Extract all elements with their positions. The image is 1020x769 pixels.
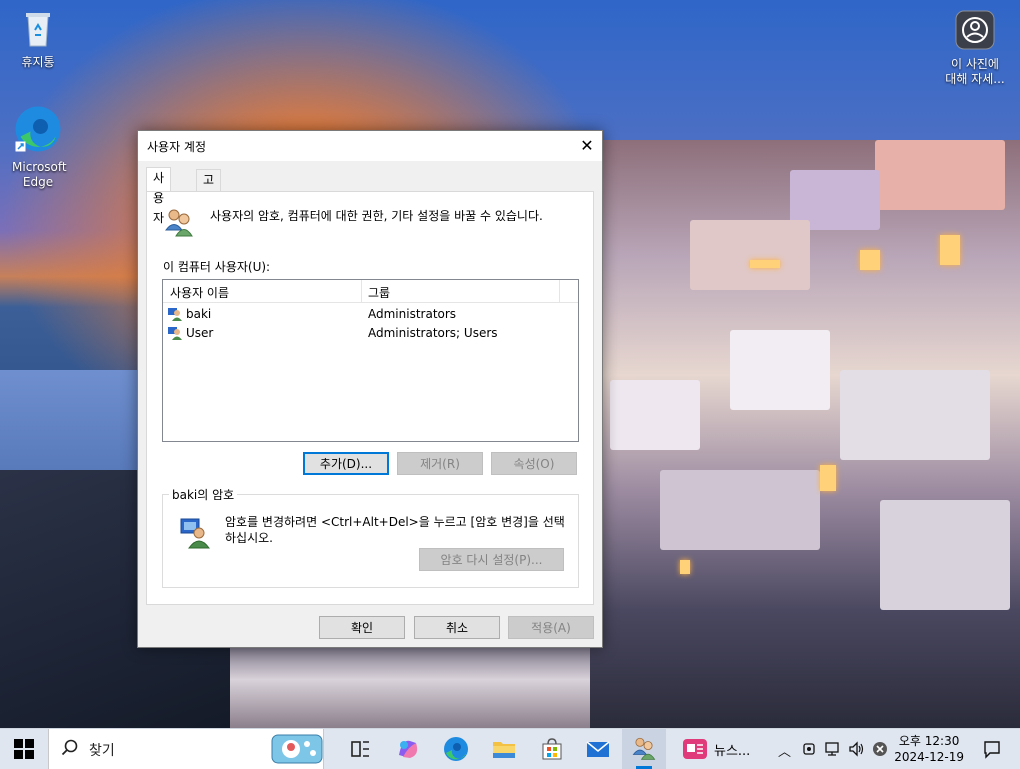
user-name: baki xyxy=(186,307,212,321)
meet-now-icon[interactable] xyxy=(802,741,818,757)
news-label: 뉴스... xyxy=(714,744,751,759)
users-icon xyxy=(632,737,656,760)
volume-icon[interactable] xyxy=(848,741,866,757)
village-background xyxy=(590,140,1020,728)
learn-about-picture-icon xyxy=(955,10,995,50)
edge-icon xyxy=(15,106,61,152)
search-icon xyxy=(61,739,78,756)
taskbar-active-app[interactable] xyxy=(622,729,666,769)
user-name: User xyxy=(186,326,214,340)
close-icon: ✕ xyxy=(580,136,594,155)
taskbar: 찾기 뉴스... ︿ 오후 12:30 2024-12-19 xyxy=(0,728,1020,769)
listview-header: 사용자 이름 그룹 xyxy=(163,280,578,303)
desktop-icon-label: Microsoft Edge xyxy=(12,160,67,189)
add-button[interactable]: 추가(D)... xyxy=(303,452,389,475)
user-group: Administrators xyxy=(368,307,457,321)
cancel-button[interactable]: 취소 xyxy=(414,616,500,639)
password-groupbox: baki의 암호 암호를 변경하려면 <Ctrl+Alt+Del>을 누르고 [… xyxy=(162,486,579,588)
properties-button[interactable]: 속성(O) xyxy=(491,452,577,475)
desktop-icon-label: 휴지통 xyxy=(21,55,55,69)
taskbar-news-app[interactable]: 뉴스... xyxy=(676,729,772,769)
user-accounts-dialog: 사용자 계정 ✕ 사용자 고급 사용자의 암호, 컴퓨터에 대한 권한, 기타 … xyxy=(137,130,603,648)
users-list-label: 이 컴퓨터 사용자(U): xyxy=(163,260,271,274)
user-group: Administrators; Users xyxy=(368,326,498,340)
search-highlight-icon xyxy=(271,734,323,764)
windows-start-icon[interactable] xyxy=(14,739,34,759)
remove-button[interactable]: 제거(R) xyxy=(397,452,483,475)
users-icon xyxy=(165,209,193,237)
task-view-icon[interactable] xyxy=(346,735,374,763)
reset-password-button[interactable]: 암호 다시 설정(P)... xyxy=(419,548,564,571)
intro-text: 사용자의 암호, 컴퓨터에 대한 권한, 기타 설정을 바꿀 수 있습니다. xyxy=(210,209,543,223)
tab-advanced[interactable]: 고급 xyxy=(196,169,222,207)
desktop-icon-learn-more[interactable]: 이 사진에 대해 자세... xyxy=(942,10,1008,87)
desktop-icon-label: 이 사진에 대해 자세... xyxy=(945,57,1005,86)
network-icon[interactable] xyxy=(824,741,842,757)
clock-date: 2024-12-19 xyxy=(894,750,964,764)
column-header-username[interactable]: 사용자 이름 xyxy=(170,284,229,301)
users-listview[interactable]: 사용자 이름 그룹 baki Administrators User Admin… xyxy=(162,279,579,442)
recycle-bin-icon xyxy=(26,13,50,47)
table-row[interactable]: User Administrators; Users xyxy=(167,324,572,343)
taskbar-clock[interactable]: 오후 12:30 2024-12-19 xyxy=(894,733,964,765)
folder-icon[interactable] xyxy=(490,735,518,763)
search-placeholder: 찾기 xyxy=(89,743,115,759)
user-icon xyxy=(168,308,182,321)
ok-button[interactable]: 확인 xyxy=(319,616,405,639)
news-icon xyxy=(683,739,707,759)
store-icon[interactable] xyxy=(538,735,566,763)
edge-icon[interactable] xyxy=(442,735,470,763)
password-instructions: 암호를 변경하려면 <Ctrl+Alt+Del>을 누르고 [암호 변경]을 선… xyxy=(225,515,565,545)
apply-button[interactable]: 적용(A) xyxy=(508,616,594,639)
close-button[interactable]: ✕ xyxy=(572,131,602,161)
desktop-icon-edge[interactable]: Microsoft Edge xyxy=(6,104,70,190)
tab-panel-users: 사용자의 암호, 컴퓨터에 대한 권한, 기타 설정을 바꿀 수 있습니다. 이… xyxy=(146,191,594,605)
chevron-up-icon[interactable]: ︿ xyxy=(778,741,791,760)
copilot-icon[interactable] xyxy=(394,735,422,763)
column-header-group[interactable]: 그룹 xyxy=(368,284,390,301)
mail-icon[interactable] xyxy=(584,735,612,763)
user-icon xyxy=(168,327,182,340)
table-row[interactable]: baki Administrators xyxy=(167,305,572,324)
password-group-title: baki의 암호 xyxy=(169,486,238,503)
notification-off-icon[interactable] xyxy=(872,741,888,757)
dialog-titlebar[interactable]: 사용자 계정 ✕ xyxy=(138,131,602,161)
user-key-icon xyxy=(180,518,210,549)
desktop-icon-recycle-bin[interactable]: 휴지통 xyxy=(6,8,70,70)
clock-time: 오후 12:30 xyxy=(898,734,960,748)
dialog-title: 사용자 계정 xyxy=(147,140,207,154)
lower-village-background xyxy=(230,640,590,728)
taskbar-search-box[interactable]: 찾기 xyxy=(48,729,324,769)
tab-users[interactable]: 사용자 xyxy=(146,167,172,225)
notification-center-icon[interactable] xyxy=(982,739,1002,759)
